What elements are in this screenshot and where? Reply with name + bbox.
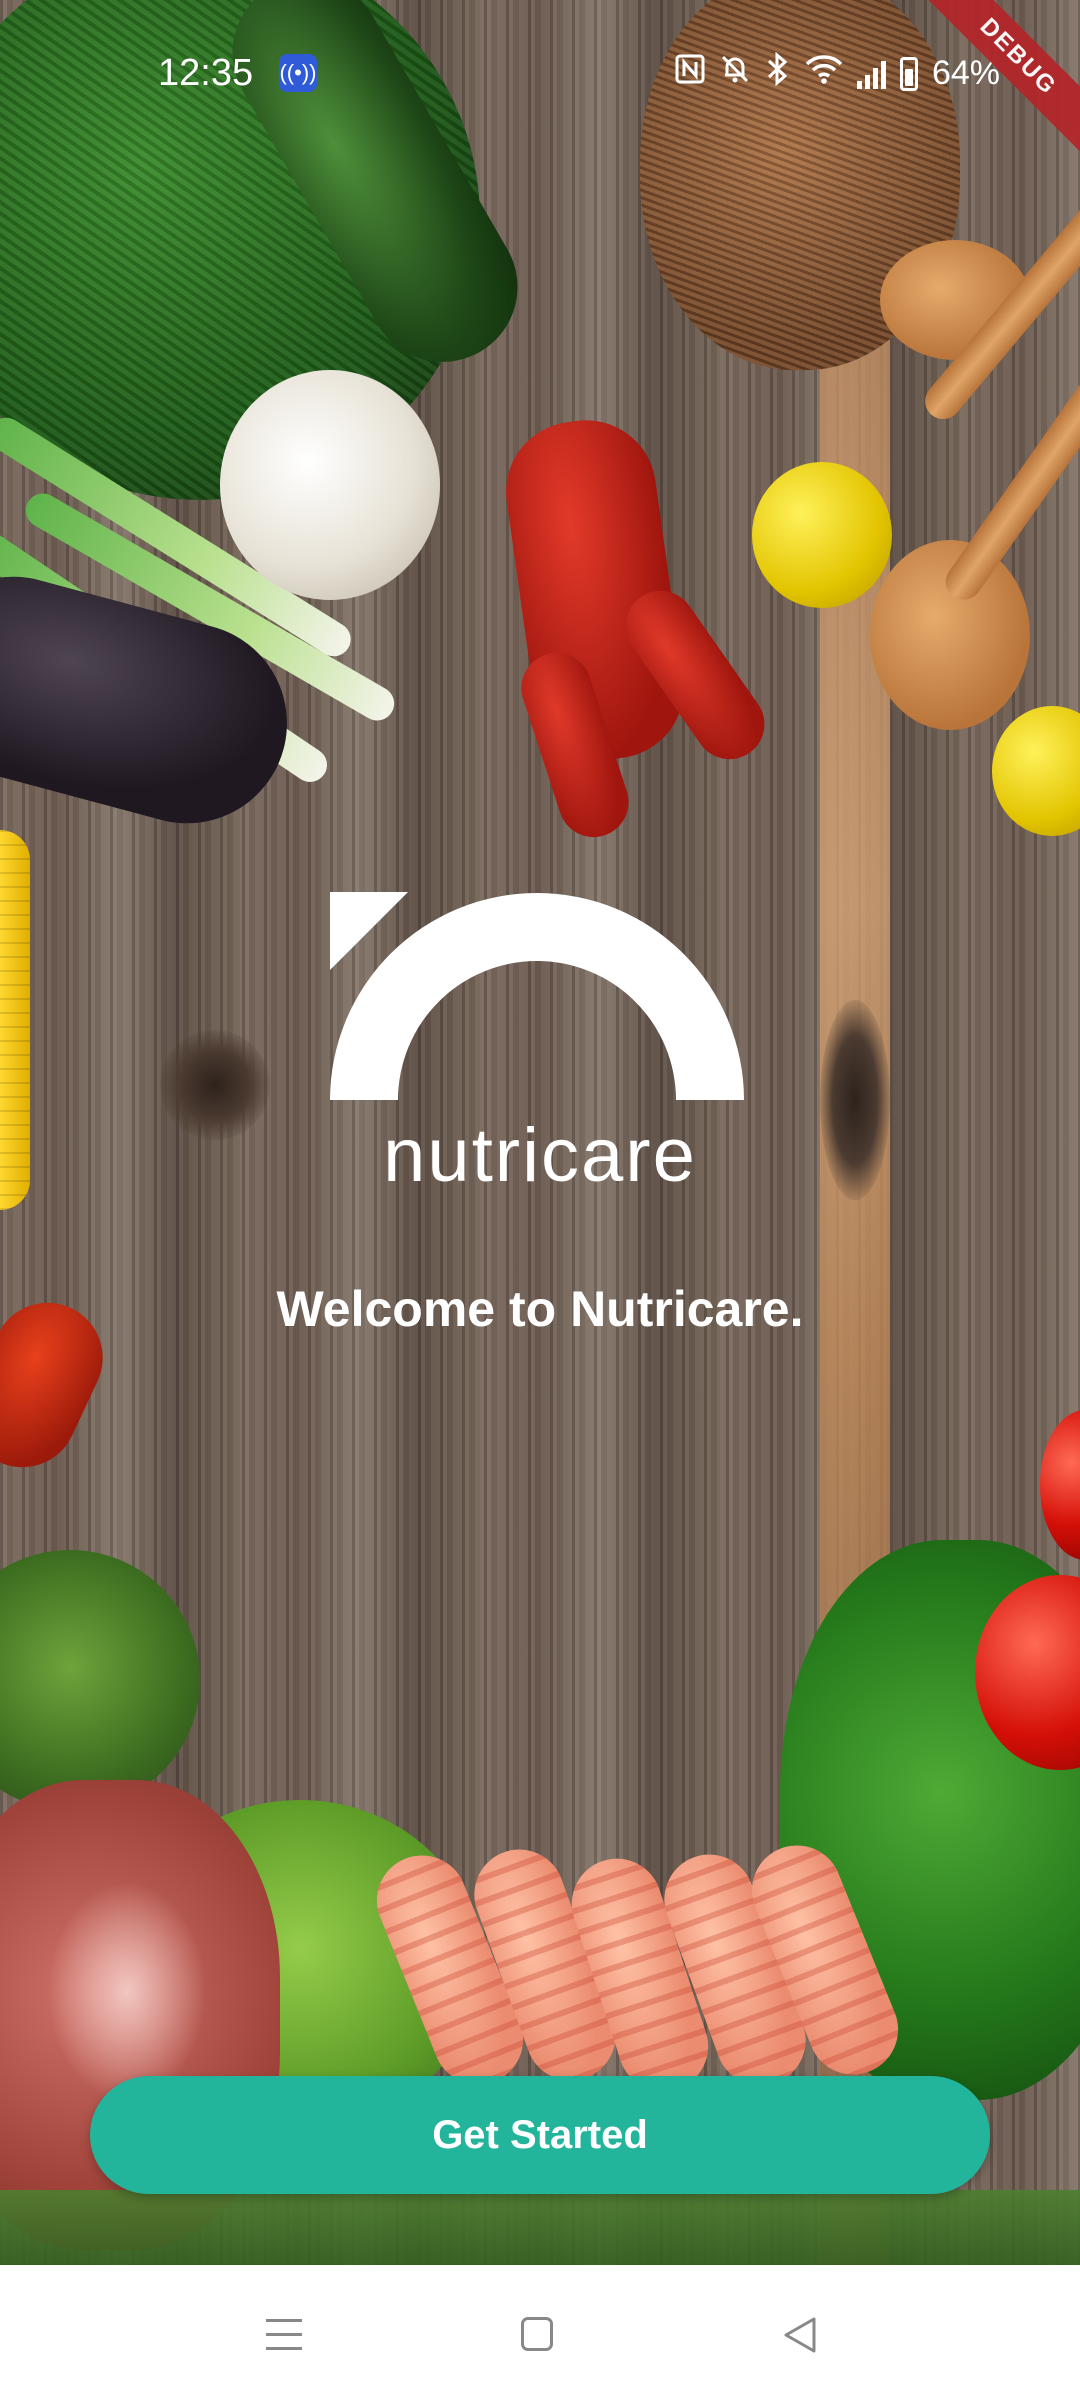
status-icons: 64% — [675, 51, 1000, 95]
welcome-text: Welcome to Nutricare. — [276, 1281, 804, 1337]
lettuce-decoration — [0, 1550, 200, 1810]
bluetooth-icon — [765, 51, 791, 95]
recents-icon[interactable] — [262, 2313, 306, 2357]
get-started-button[interactable]: Get Started — [90, 2076, 990, 2194]
navigation-bar — [0, 2265, 1080, 2400]
garlic-decoration — [220, 370, 440, 600]
greens-decoration — [0, 2190, 1080, 2265]
back-icon[interactable] — [780, 2313, 824, 2357]
tomato-decoration — [1040, 1410, 1080, 1560]
lemon-decoration — [752, 462, 892, 608]
nutricare-logo-arch — [330, 892, 744, 1100]
cast-icon: ((•)) — [279, 54, 317, 92]
signal-icon — [856, 59, 886, 89]
nfc-icon — [675, 54, 705, 93]
status-time: 12:35 — [158, 52, 254, 94]
home-icon[interactable] — [521, 2317, 553, 2351]
battery-icon — [899, 56, 918, 91]
wifi-icon — [805, 54, 843, 93]
mute-icon — [719, 53, 751, 94]
brand-name: nutricare — [383, 1113, 697, 1198]
status-bar: 12:35 ((•)) 64% — [0, 0, 1080, 110]
